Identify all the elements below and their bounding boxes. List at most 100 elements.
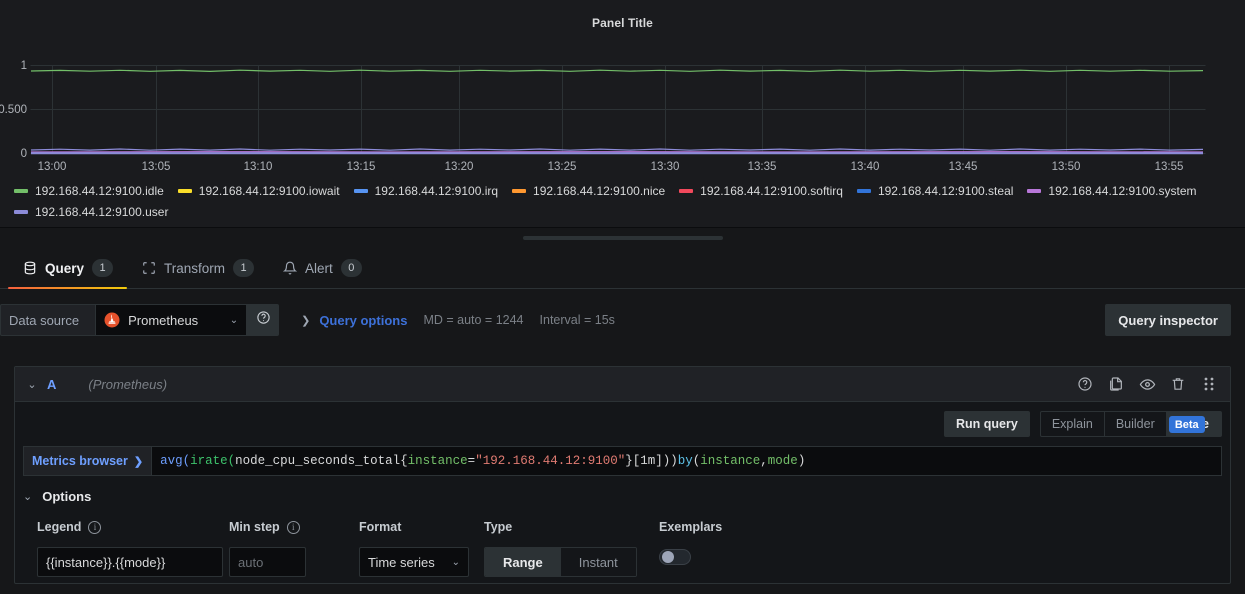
legend-item[interactable]: 192.168.44.12:9100.user	[14, 203, 1220, 220]
type-instant-button[interactable]: Instant	[560, 548, 636, 576]
datasource-selected-value: Prometheus	[128, 312, 199, 328]
legend-item[interactable]: 192.168.44.12:9100.softirq	[679, 182, 843, 199]
query-editor-card: ⌄ A (Prometheus) Run query Explain Build…	[14, 366, 1231, 584]
tab-alert[interactable]: Alert 0	[268, 248, 376, 288]
format-field-label: Format	[359, 518, 484, 536]
page-title: Panel Title	[592, 16, 653, 30]
legend-item-label: 192.168.44.12:9100.softirq	[700, 183, 843, 198]
tab-label: Transform	[164, 260, 226, 276]
prometheus-icon	[104, 312, 120, 328]
options-collapse-toggle[interactable]: ⌄ Options	[23, 489, 1222, 504]
legend-field-label: Legend i	[37, 518, 229, 536]
x-tick: 13:25	[547, 161, 577, 173]
chart-legend: 192.168.44.12:9100.idle 192.168.44.12:91…	[14, 182, 1234, 220]
legend-item-label: 192.168.44.12:9100.iowait	[198, 183, 340, 198]
query-options-toggle[interactable]: ❯ Query options	[301, 313, 407, 328]
legend-field: Legend i	[37, 518, 229, 577]
legend-color-swatch	[353, 188, 368, 193]
type-label-text: Type	[484, 520, 513, 534]
tab-badge: 1	[233, 259, 255, 277]
builder-mode-button[interactable]: Builder	[1105, 412, 1167, 436]
info-icon[interactable]: i	[286, 520, 300, 534]
tab-query[interactable]: Query 1	[8, 248, 128, 289]
query-options-label: Query options	[319, 312, 408, 328]
legend-item[interactable]: 192.168.44.12:9100.idle	[14, 182, 164, 199]
explain-label: Explain	[1051, 417, 1093, 431]
query-expression-input[interactable]: avg(irate(node_cpu_seconds_total{instanc…	[151, 446, 1222, 476]
legend-color-swatch	[679, 188, 694, 193]
legend-item[interactable]: 192.168.44.12:9100.nice	[512, 182, 665, 199]
exemplars-field: Exemplars	[659, 518, 722, 565]
legend-item-label: 192.168.44.12:9100.irq	[374, 183, 499, 198]
legend-item[interactable]: 192.168.44.12:9100.steal	[856, 182, 1013, 199]
expr-token: ,	[760, 454, 768, 468]
transform-icon	[141, 261, 156, 276]
beta-badge: Beta	[1168, 416, 1205, 433]
max-data-points-text: MD = auto = 1244	[423, 313, 524, 327]
query-inspector-button[interactable]: Query inspector	[1105, 304, 1231, 336]
expr-token: instance	[700, 454, 761, 468]
legend-color-swatch	[512, 188, 527, 193]
expr-token: =	[467, 454, 476, 468]
datasource-label-text: Data source	[9, 312, 80, 328]
type-range-button[interactable]: Range	[485, 548, 561, 576]
info-icon[interactable]: i	[88, 520, 102, 534]
trash-icon[interactable]	[1169, 375, 1187, 393]
eye-icon[interactable]	[1138, 375, 1156, 393]
min-step-field-label: Min step i	[229, 518, 359, 536]
x-tick: 13:05	[141, 161, 171, 173]
y-tick-0.500: 0.500	[0, 104, 27, 116]
legend-item[interactable]: 192.168.44.12:9100.iowait	[177, 182, 340, 199]
type-field-label: Type	[484, 518, 659, 536]
chart-gridlines-h	[30, 65, 1206, 154]
expr-token: node_cpu_seconds_total{	[235, 454, 408, 468]
run-query-button[interactable]: Run query	[944, 411, 1030, 437]
query-ref-id[interactable]: A	[47, 377, 56, 392]
metrics-browser-label: Metrics browser	[32, 454, 128, 468]
legend-item[interactable]: 192.168.44.12:9100.irq	[353, 182, 499, 199]
format-label-text: Format	[359, 520, 402, 534]
drag-handle-icon[interactable]	[1200, 375, 1218, 393]
expr-token: "192.168.44.12:9100"	[475, 454, 626, 468]
chevron-right-icon: ❯	[301, 314, 311, 327]
x-tick: 13:50	[1051, 161, 1081, 173]
datasource-picker[interactable]: Prometheus ⌄	[95, 304, 248, 336]
options-title: Options	[42, 489, 92, 504]
exemplars-label-text: Exemplars	[659, 520, 723, 534]
legend-color-swatch	[177, 188, 192, 193]
legend-item-label: 192.168.44.12:9100.system	[1048, 183, 1197, 198]
panel-resize-handle-row	[0, 228, 1245, 248]
datasource-label: Data source	[0, 304, 96, 336]
type-instant-label: Instant	[578, 554, 618, 570]
chevron-right-icon: ❯	[133, 455, 144, 468]
duplicate-icon[interactable]	[1107, 375, 1125, 393]
panel-preview: Panel Title 1 0.500 0 192.168.44.12:9100…	[0, 0, 1245, 228]
help-circle-icon[interactable]	[1076, 375, 1094, 393]
bell-icon	[282, 261, 297, 276]
tab-transform[interactable]: Transform 1	[127, 248, 268, 288]
panel-resize-handle[interactable]	[522, 236, 723, 240]
exemplars-toggle[interactable]	[659, 549, 691, 565]
builder-label: Builder	[1115, 417, 1155, 431]
datasource-help-button[interactable]	[247, 304, 280, 336]
query-mode-toolbar: Run query Explain Builder Code Beta	[15, 402, 1230, 446]
format-select[interactable]: Time series ⌄	[359, 547, 469, 577]
tab-label: Alert	[305, 260, 333, 276]
toggle-knob	[662, 551, 674, 563]
timeseries-chart[interactable]: 1 0.500 0	[0, 45, 1245, 180]
x-tick: 13:10	[243, 161, 273, 173]
query-collapse-toggle[interactable]: ⌄	[23, 378, 41, 391]
min-step-label-text: Min step	[229, 520, 280, 534]
min-step-input[interactable]	[229, 547, 306, 577]
explain-toggle[interactable]: Explain	[1041, 412, 1105, 436]
legend-item[interactable]: 192.168.44.12:9100.system	[1027, 182, 1197, 199]
y-tick-0: 0	[21, 148, 27, 160]
y-tick-1: 1	[21, 60, 27, 72]
expr-token: instance	[407, 454, 468, 468]
legend-input[interactable]	[37, 547, 223, 577]
type-field: Type Range Instant	[484, 518, 659, 577]
metrics-browser-button[interactable]: Metrics browser ❯	[23, 446, 152, 476]
query-editor-mode-switch: Explain Builder Code Beta	[1039, 411, 1222, 437]
x-tick: 13:35	[747, 161, 777, 173]
x-tick: 13:40	[850, 161, 880, 173]
